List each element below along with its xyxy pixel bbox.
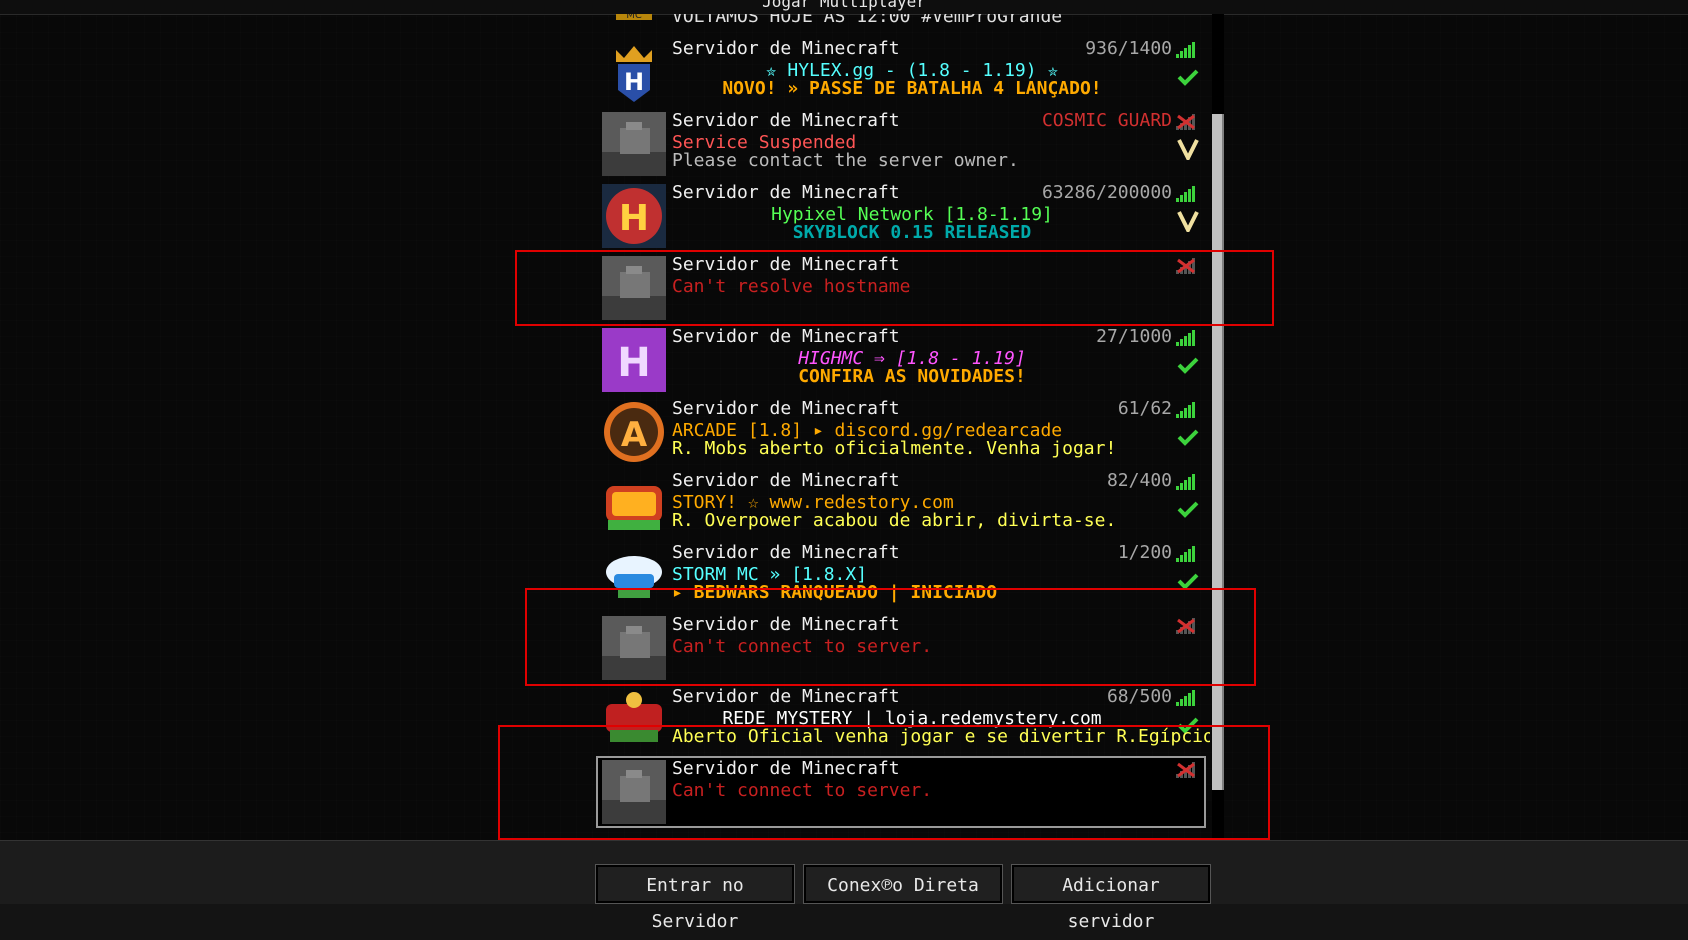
- svg-text:H: H: [624, 68, 644, 96]
- server-name: Servidor de Minecraft: [672, 110, 900, 131]
- server-motd-line2: Aberto Oficial venha jogar e se divertir…: [672, 726, 1210, 747]
- version-v-icon: [1177, 139, 1199, 160]
- player-count: COSMIC GUARD: [1041, 110, 1172, 131]
- arcade-logo-icon: A: [604, 402, 664, 462]
- player-count: 27/1000: [1096, 326, 1172, 347]
- svg-text:A: A: [621, 415, 648, 455]
- player-count: 1/200: [1117, 542, 1172, 563]
- scrollbar-thumb[interactable]: [1212, 114, 1224, 790]
- server-name: Servidor de Minecraft: [672, 614, 900, 635]
- server-name: Servidor de Minecraft: [672, 686, 900, 707]
- default-server-icon: [602, 616, 666, 680]
- server-entry[interactable]: A Servidor de Minecraft 61/62 ARCADE [1.…: [596, 396, 1206, 468]
- signal-bars-icon: [1176, 546, 1195, 562]
- player-count: 63286/200000: [1041, 182, 1172, 203]
- server-error: Can't resolve hostname: [672, 276, 911, 297]
- signal-bars-icon: [1176, 402, 1195, 418]
- check-icon: [1177, 357, 1199, 374]
- server-motd-line2: R. Mobs aberto oficialmente. Venha jogar…: [672, 438, 1117, 459]
- vmc-logo-icon: MC: [616, 14, 652, 21]
- server-motd-line2: NOVO! » PASSE DE BATALHA 4 LANÇADO!: [722, 78, 1102, 99]
- no-connection-icon: [1176, 258, 1195, 274]
- svg-text:H: H: [619, 198, 649, 239]
- signal-bars-icon: [1176, 42, 1195, 58]
- server-entry[interactable]: Servidor de Minecraft COSMIC GUARD Servi…: [596, 108, 1206, 180]
- top-bar: Jogar Multiplayer: [0, 0, 1688, 15]
- server-motd-line2: SKYBLOCK 0.15 RELEASED: [792, 222, 1032, 243]
- check-icon: [1177, 429, 1199, 446]
- server-motd-line2: ▸ BEDWARS RANQUEADO | INICIADO: [672, 582, 998, 603]
- server-name: Servidor de Minecraft: [672, 758, 900, 779]
- svg-text:H: H: [617, 340, 650, 386]
- player-count: 68/500: [1106, 686, 1172, 707]
- check-icon: [1177, 501, 1199, 518]
- server-entry[interactable]: H Servidor de Minecraft 936/1400 ✮ HYLEX…: [596, 36, 1206, 108]
- signal-bars-icon: [1176, 330, 1195, 346]
- no-connection-icon: [1176, 762, 1195, 778]
- hypixel-logo-icon: H: [602, 184, 666, 248]
- player-count: 82/400: [1106, 470, 1172, 491]
- server-entry-partial[interactable]: MC VOLTAMOS HOJE AS 12:00 #VemProGrande: [596, 14, 1206, 28]
- mystery-logo-icon: [606, 692, 662, 742]
- server-name: Servidor de Minecraft: [672, 254, 900, 275]
- no-connection-icon: [1176, 114, 1195, 130]
- signal-bars-icon: [1176, 186, 1195, 202]
- server-name: Servidor de Minecraft: [672, 326, 900, 347]
- server-motd-line2: R. Overpower acabou de abrir, divirta-se…: [672, 510, 1117, 531]
- player-count: 936/1400: [1085, 38, 1172, 59]
- server-entry[interactable]: Servidor de Minecraft 68/500 REDE MYSTER…: [596, 684, 1210, 756]
- server-entry[interactable]: Servidor de Minecraft Can't resolve host…: [596, 252, 1206, 324]
- server-entry[interactable]: Servidor de Minecraft Can't connect to s…: [596, 612, 1206, 684]
- server-error: Can't connect to server.: [672, 636, 933, 657]
- storm-logo-icon: [606, 556, 662, 598]
- check-icon: [1177, 69, 1199, 86]
- server-motd: VOLTAMOS HOJE AS 12:00 #VemProGrande: [672, 14, 1063, 27]
- server-entry[interactable]: H Servidor de Minecraft 63286/200000 Hyp…: [596, 180, 1206, 252]
- server-entry[interactable]: Servidor de Minecraft 82/400 STORY! ☆ ww…: [596, 468, 1206, 540]
- server-name: Servidor de Minecraft: [672, 38, 900, 59]
- check-icon: [1177, 573, 1199, 590]
- server-name: Servidor de Minecraft: [672, 542, 900, 563]
- server-name: Servidor de Minecraft: [672, 470, 900, 491]
- default-server-icon: [602, 256, 666, 320]
- signal-bars-icon: [1176, 690, 1195, 706]
- server-entry-selected[interactable]: Servidor de Minecraft Can't connect to s…: [596, 756, 1206, 828]
- server-motd-line2: Please contact the server owner.: [672, 150, 1019, 171]
- player-count: 61/62: [1117, 398, 1172, 419]
- server-motd-line2: CONFIRA AS NOVIDADES!: [798, 366, 1026, 387]
- highmc-logo-icon: H: [602, 328, 666, 392]
- default-server-icon: [602, 112, 666, 176]
- server-entry[interactable]: Servidor de Minecraft 1/200 STORM MC » […: [596, 540, 1206, 612]
- no-connection-icon: [1176, 618, 1195, 634]
- add-server-button[interactable]: Adicionar servidor: [1011, 864, 1211, 932]
- default-server-icon: [602, 760, 666, 824]
- join-server-button[interactable]: Entrar no Servidor: [595, 864, 795, 932]
- hylex-logo-icon: H: [616, 46, 652, 102]
- screen-title: Jogar Multiplayer: [762, 0, 926, 11]
- redestory-logo-icon: [606, 486, 662, 530]
- direct-connect-button[interactable]: Conex℗o Direta: [803, 864, 1003, 904]
- server-entry[interactable]: H Servidor de Minecraft 27/1000 HIGHMC ⇒…: [596, 324, 1206, 396]
- server-name: Servidor de Minecraft: [672, 398, 900, 419]
- server-list[interactable]: MC VOLTAMOS HOJE AS 12:00 #VemProGrande …: [596, 14, 1210, 840]
- version-v-icon: [1177, 211, 1199, 232]
- signal-bars-icon: [1176, 474, 1195, 490]
- svg-text:MC: MC: [626, 14, 642, 21]
- server-error: Can't connect to server.: [672, 780, 933, 801]
- server-name: Servidor de Minecraft: [672, 182, 900, 203]
